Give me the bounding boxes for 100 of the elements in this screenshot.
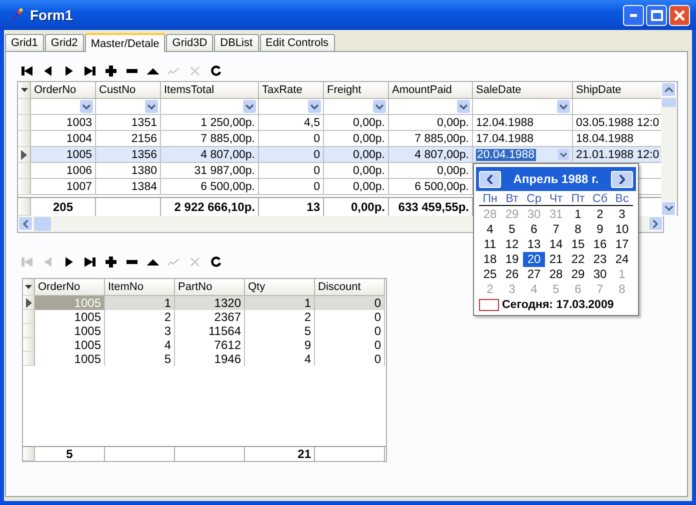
next-month-button[interactable] (610, 170, 633, 188)
column-header[interactable]: OrderNo (35, 279, 105, 296)
column-header[interactable]: ItemNo (105, 279, 175, 296)
calendar-day[interactable]: 2 (589, 207, 611, 222)
table-cell: 4 807,00р. (414, 148, 469, 160)
filter-cell[interactable] (389, 99, 473, 115)
scroll-thumb[interactable] (662, 98, 676, 107)
vertical-scrollbar[interactable] (661, 82, 677, 216)
scroll-down-button[interactable] (661, 201, 676, 216)
filter-cell[interactable] (96, 99, 161, 115)
table-cell: 0,00р. (353, 148, 385, 160)
calendar-day[interactable]: 12 (501, 237, 523, 252)
close-button[interactable] (669, 4, 690, 26)
scroll-left-button[interactable] (18, 216, 33, 231)
calendar-day[interactable]: 1 (567, 207, 589, 222)
column-header[interactable]: Qty (245, 279, 315, 296)
minimize-button[interactable] (623, 4, 644, 26)
table-cell: 1003 (66, 116, 92, 128)
column-header[interactable]: Freight (324, 82, 389, 99)
column-header[interactable]: Discount (315, 279, 385, 296)
previous-month-button[interactable] (479, 170, 501, 188)
calendar-day[interactable]: 13 (523, 237, 545, 252)
calendar-day[interactable]: 16 (589, 237, 611, 252)
table-cell: 11564 (208, 324, 241, 338)
scroll-up-button[interactable] (661, 82, 676, 97)
column-header[interactable]: ItemsTotal (161, 82, 259, 99)
table-cell: 4 (164, 338, 171, 352)
scroll-thumb[interactable] (34, 217, 51, 231)
calendar-day[interactable]: 15 (567, 237, 589, 252)
filter-cell[interactable] (259, 99, 324, 115)
filter-cell[interactable] (161, 99, 259, 115)
column-header[interactable]: AmountPaid (389, 82, 473, 99)
tab[interactable]: Grid3D (166, 34, 214, 51)
last-record-icon[interactable] (83, 64, 97, 78)
menu-triangle-icon[interactable] (25, 285, 32, 289)
column-header[interactable]: ShipDate (573, 82, 662, 99)
table-cell: 0 (314, 132, 320, 144)
calendar-day[interactable]: 21 (545, 252, 567, 267)
tab[interactable]: Grid1 (5, 34, 44, 51)
calendar-day[interactable]: 9 (589, 222, 611, 237)
maximize-button[interactable] (646, 4, 667, 26)
calendar-day[interactable]: 23 (589, 252, 611, 267)
calendar-day[interactable]: 8 (567, 222, 589, 237)
calendar-day[interactable]: 7 (545, 222, 567, 237)
tab[interactable]: Master/Detale (84, 33, 166, 52)
calendar-day[interactable]: 24 (611, 252, 633, 267)
tab[interactable]: Edit Controls (260, 34, 335, 51)
table-cell: 5 (304, 324, 311, 338)
calendar-day[interactable]: 10 (611, 222, 633, 237)
calendar-day[interactable]: 5 (501, 222, 523, 237)
tab[interactable]: DBList (214, 34, 259, 51)
column-header[interactable]: TaxRate (259, 82, 324, 99)
calendar-day[interactable]: 18 (479, 252, 501, 267)
calendar-day[interactable]: 22 (567, 252, 589, 267)
calendar-day[interactable]: 25 (479, 267, 501, 282)
chevron-left-icon (23, 220, 28, 228)
filter-cell[interactable] (473, 99, 573, 115)
last-record-icon[interactable] (83, 255, 97, 269)
grid-row[interactable]: 1003 1351 1 250,00р. 4,5 0,00р. 0,00р. 12.04.1988 03.05.1988 12:0 (18, 115, 662, 131)
calendar-day[interactable]: 19 (501, 252, 523, 267)
today-link[interactable]: Сегодня: 17.03.2009 (502, 299, 614, 311)
grid-row[interactable]: 1005 3 11564 5 0 (23, 324, 386, 338)
table-cell: 0 (374, 310, 381, 324)
grid-row[interactable]: 1005 5 1946 4 0 (23, 352, 386, 366)
minimize-icon (630, 14, 637, 16)
calendar-day[interactable]: 28 (545, 267, 567, 282)
calendar-day[interactable]: 3 (611, 207, 633, 222)
scroll-right-button[interactable] (648, 216, 663, 231)
grid-row[interactable]: 1005 1356 4 807,00р. 0 0,00р. 4 807,00р. 20.04.1988 21.01.1988 12:0 (18, 147, 662, 163)
filter-cell[interactable] (31, 99, 96, 115)
first-record-icon[interactable] (20, 64, 34, 78)
calendar-day[interactable]: 20 (523, 252, 545, 267)
grid-row[interactable]: 1005 4 7612 9 0 (23, 338, 386, 352)
grid-row[interactable]: 1005 1 1320 1 0 (23, 296, 386, 310)
table-cell: 7612 (214, 338, 241, 352)
refresh-icon[interactable] (209, 64, 223, 78)
tab[interactable]: Grid2 (44, 34, 84, 51)
filter-cell[interactable] (324, 99, 389, 115)
calendar-day[interactable]: 17 (611, 237, 633, 252)
refresh-icon[interactable] (209, 255, 223, 269)
calendar-day[interactable]: 27 (523, 267, 545, 282)
row-indicator (18, 198, 31, 216)
column-header[interactable]: SaleDate (473, 82, 573, 99)
calendar-day[interactable]: 30 (589, 267, 611, 282)
plus-icon[interactable] (104, 255, 118, 269)
column-header[interactable]: OrderNo (31, 82, 96, 99)
calendar-day[interactable]: 26 (501, 267, 523, 282)
calendar-day[interactable]: 6 (523, 222, 545, 237)
plus-icon[interactable] (104, 64, 118, 78)
calendar-day[interactable]: 14 (545, 237, 567, 252)
table-cell: 17.04.1988 (476, 132, 534, 144)
calendar-day[interactable]: 11 (479, 237, 501, 252)
grid-row[interactable]: 1005 2 2367 2 0 (23, 310, 386, 324)
calendar-day[interactable]: 4 (479, 222, 501, 237)
calendar-day[interactable]: 29 (567, 267, 589, 282)
header-corner[interactable] (23, 279, 35, 296)
menu-triangle-icon[interactable] (20, 88, 28, 92)
header-corner[interactable] (18, 82, 31, 99)
column-header[interactable]: PartNo (175, 279, 245, 296)
column-header[interactable]: CustNo (96, 82, 161, 99)
